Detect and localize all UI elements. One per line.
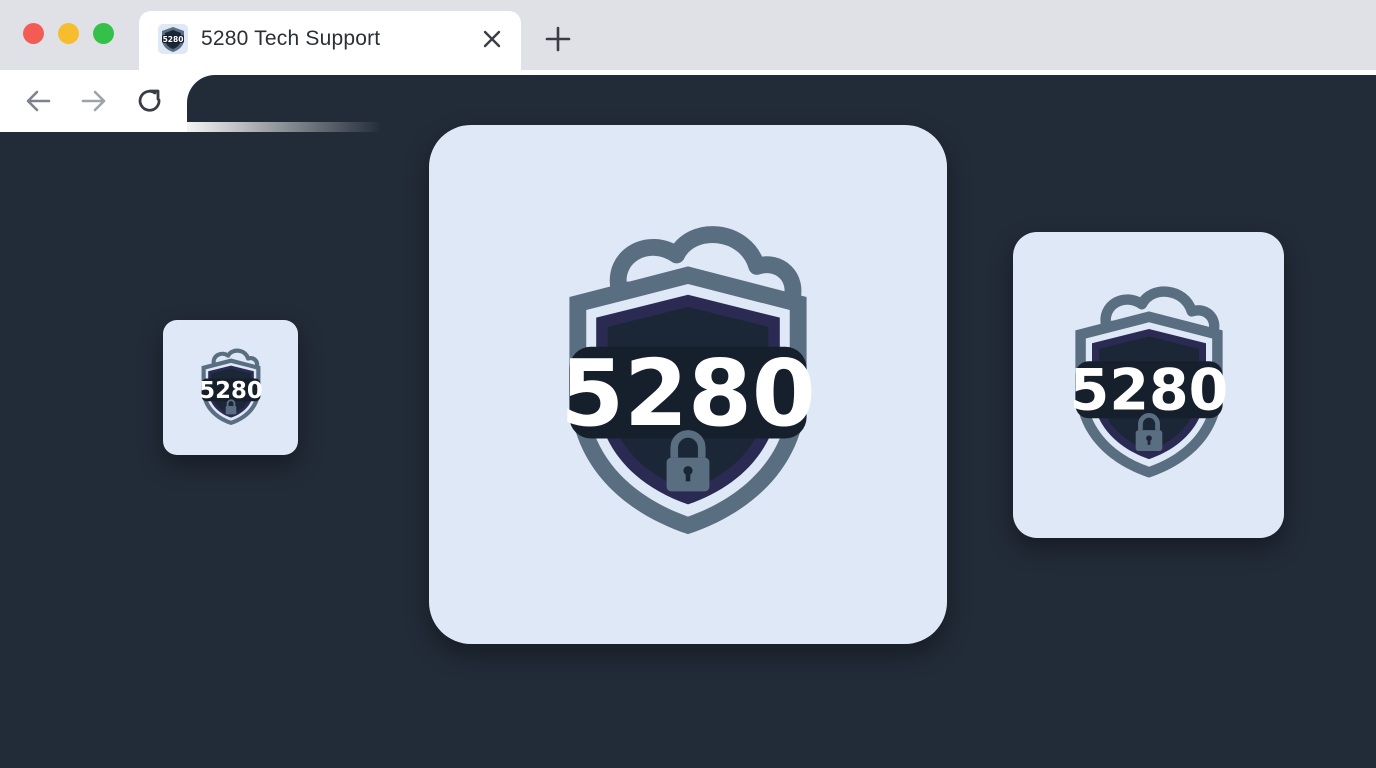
- browser-window: 5280 5280 Tech Support 5280 5280 5280: [0, 0, 1376, 768]
- logo-card-small: 5280: [163, 320, 298, 455]
- logo-card-large: 5280: [429, 125, 947, 644]
- tab-title: 5280 Tech Support: [201, 27, 381, 50]
- window-minimize-button[interactable]: [58, 23, 79, 44]
- shield-logo-icon: 5280: [158, 24, 188, 54]
- reload-icon[interactable]: [133, 84, 167, 118]
- tab-strip: 5280 5280 Tech Support: [0, 0, 1376, 77]
- logo-card-medium: 5280: [1013, 232, 1284, 538]
- active-tab[interactable]: 5280 5280 Tech Support: [139, 11, 521, 77]
- close-icon[interactable]: [477, 24, 507, 54]
- plus-icon[interactable]: [543, 24, 573, 54]
- shield-cloud-lock-icon: 5280: [560, 225, 816, 534]
- shield-cloud-lock-icon: 5280: [1069, 286, 1228, 478]
- window-zoom-button[interactable]: [93, 23, 114, 44]
- arrow-right-icon[interactable]: [77, 84, 111, 118]
- window-close-button[interactable]: [23, 23, 44, 44]
- shield-cloud-lock-icon: 5280: [199, 348, 262, 425]
- loading-sweep: [187, 122, 382, 132]
- arrow-left-icon[interactable]: [21, 84, 55, 118]
- favicon-text: 5280: [163, 35, 184, 44]
